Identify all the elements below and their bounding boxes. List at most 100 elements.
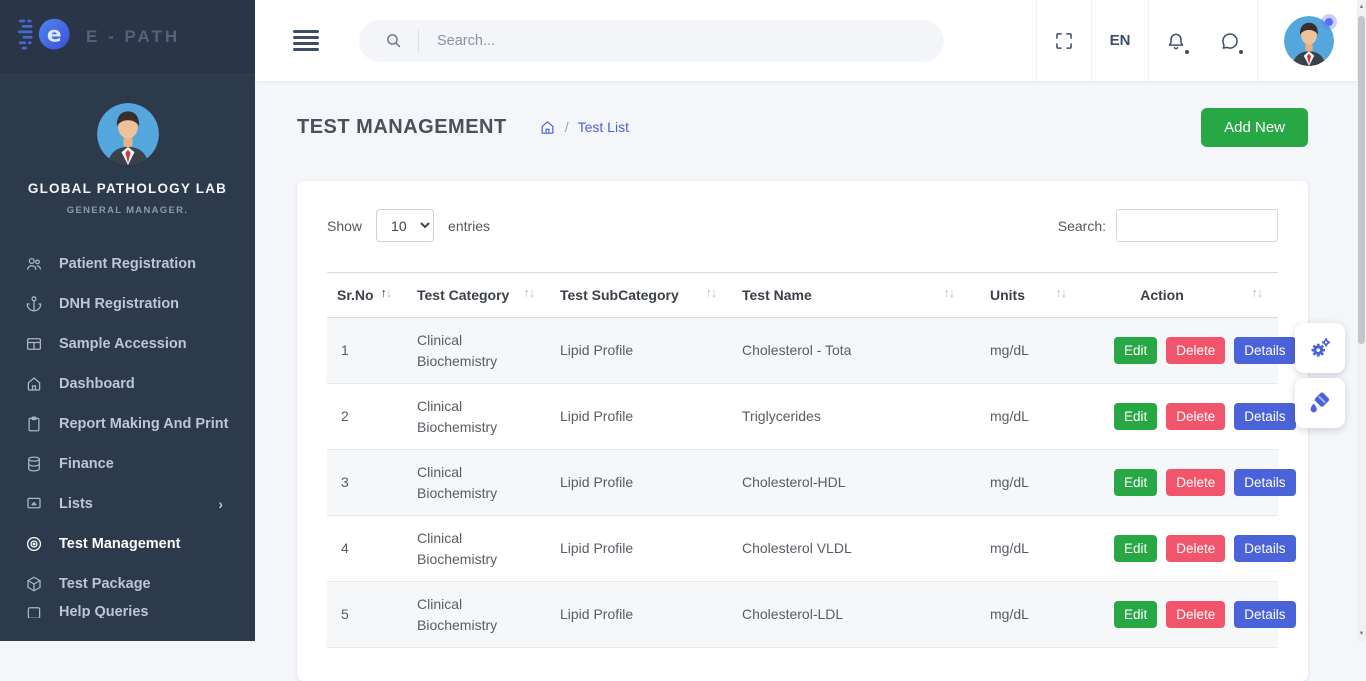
sidebar-item-test-management[interactable]: Test Management [0,524,255,564]
edit-button[interactable]: Edit [1114,337,1157,364]
cell-actions: EditDeleteDetails [1082,384,1278,450]
cell-subcategory: Lipid Profile [550,384,732,450]
users-icon [25,255,43,273]
cell-test-name: Cholesterol-LDL [732,582,970,648]
details-button[interactable]: Details [1234,601,1295,628]
cell-srno: 4 [327,516,407,582]
col-test-category[interactable]: Test Category↑↓ [407,273,550,318]
cell-srno: 5 [327,582,407,648]
details-button[interactable]: Details [1234,337,1295,364]
breadcrumb-test-list[interactable]: Test List [578,119,629,135]
brand[interactable]: e E - PATH [0,0,255,75]
language-selector[interactable]: EN [1092,32,1148,49]
sidebar-menu: Patient Registration DNH Registration Sa… [0,238,255,618]
sidebar-item-sample-accession[interactable]: Sample Accession [0,324,255,364]
brand-name: E - PATH [86,27,180,47]
table-search-input[interactable] [1116,209,1278,242]
sort-icons: ↑↓ [706,286,717,300]
cell-test-name: Cholesterol-HDL [732,450,970,516]
main-content: TEST MANAGEMENT / Test List Add New Show… [255,81,1357,641]
cell-test-name: Cholesterol - Tota [732,318,970,384]
entries-label: entries [448,218,490,234]
fullscreen-icon [1054,31,1074,51]
page-scrollbar[interactable]: ▲ ▼ [1357,0,1366,641]
help-icon [25,604,43,618]
scroll-down-icon[interactable]: ▼ [1357,627,1366,641]
sidebar-item-lists[interactable]: Lists › [0,484,255,524]
details-button[interactable]: Details [1234,535,1295,562]
fullscreen-button[interactable] [1037,31,1091,51]
chat-icon [1220,31,1240,51]
col-action[interactable]: Action↑↓ [1082,273,1278,318]
notifications-button[interactable] [1149,31,1203,51]
database-icon [25,455,43,473]
monitor-icon [25,495,43,513]
sidebar-item-help-queries[interactable]: Help Queries [0,604,255,618]
cell-category: Clinical Biochemistry [407,450,550,516]
table-row: 5 Clinical Biochemistry Lipid Profile Ch… [327,582,1278,648]
sidebar-item-finance[interactable]: Finance [0,444,255,484]
cell-subcategory: Lipid Profile [550,516,732,582]
add-new-button[interactable]: Add New [1201,108,1308,147]
brand-logo-icon: e [18,14,76,61]
table-row: 1 Clinical Biochemistry Lipid Profile Ch… [327,318,1278,384]
table-row: 3 Clinical Biochemistry Lipid Profile Ch… [327,450,1278,516]
delete-button[interactable]: Delete [1166,469,1225,496]
delete-button[interactable]: Delete [1166,535,1225,562]
anchor-icon [25,295,43,313]
menu-toggle-icon[interactable] [293,27,319,54]
global-search-input[interactable] [437,33,817,49]
delete-button[interactable]: Delete [1166,337,1225,364]
delete-button[interactable]: Delete [1166,601,1225,628]
sidebar-item-test-package[interactable]: Test Package [0,564,255,604]
floating-tools [1295,323,1345,428]
cell-srno: 2 [327,384,407,450]
delete-button[interactable]: Delete [1166,403,1225,430]
col-units[interactable]: Units↑↓ [970,273,1082,318]
gears-icon [1307,335,1333,361]
svg-text:e: e [47,22,62,47]
top-navbar: EN [255,0,1366,81]
col-test-name[interactable]: Test Name↑↓ [732,273,970,318]
sort-icons: ↑↓ [524,286,535,300]
scroll-up-icon[interactable]: ▲ [1357,0,1366,14]
cell-category: Clinical Biochemistry [407,582,550,648]
edit-button[interactable]: Edit [1114,469,1157,496]
edit-button[interactable]: Edit [1114,601,1157,628]
sort-icons: ↑↓ [1252,286,1263,300]
col-srno[interactable]: Sr.No↑↓ [327,273,407,318]
col-test-subcategory[interactable]: Test SubCategory↑↓ [550,273,732,318]
details-button[interactable]: Details [1234,403,1295,430]
profile-avatar[interactable] [97,103,159,165]
details-button[interactable]: Details [1234,469,1295,496]
cell-test-name: Triglycerides [732,384,970,450]
messages-button[interactable] [1203,31,1257,51]
edit-button[interactable]: Edit [1114,535,1157,562]
user-menu[interactable] [1284,16,1334,66]
cell-srno: 3 [327,450,407,516]
sidebar-item-dashboard[interactable]: Dashboard [0,364,255,404]
sort-icons: ↑↓ [1056,286,1067,300]
clipboard-icon [25,415,43,433]
cell-category: Clinical Biochemistry [407,516,550,582]
cell-units: mg/dL [970,450,1082,516]
theme-fab-button[interactable] [1295,378,1345,428]
table-header-row: Sr.No↑↓ Test Category↑↓ Test SubCategory… [327,273,1278,318]
scrollbar-thumb[interactable] [1358,16,1365,344]
cell-category: Clinical Biochemistry [407,318,550,384]
sidebar-item-report-making[interactable]: Report Making And Print [0,404,255,444]
cell-actions: EditDeleteDetails [1082,318,1278,384]
bell-icon [1166,31,1186,51]
cell-test-name: Cholesterol VLDL [732,516,970,582]
sidebar-item-patient-registration[interactable]: Patient Registration [0,244,255,284]
cell-subcategory: Lipid Profile [550,582,732,648]
cell-actions: EditDeleteDetails [1082,450,1278,516]
home-breadcrumb-icon[interactable] [539,119,556,136]
cell-srno: 1 [327,318,407,384]
sidebar-item-dnh-registration[interactable]: DNH Registration [0,284,255,324]
edit-button[interactable]: Edit [1114,403,1157,430]
settings-fab-button[interactable] [1295,323,1345,373]
page-size-select[interactable]: 10 [376,209,434,242]
cell-category: Clinical Biochemistry [407,384,550,450]
search-icon [385,32,402,49]
